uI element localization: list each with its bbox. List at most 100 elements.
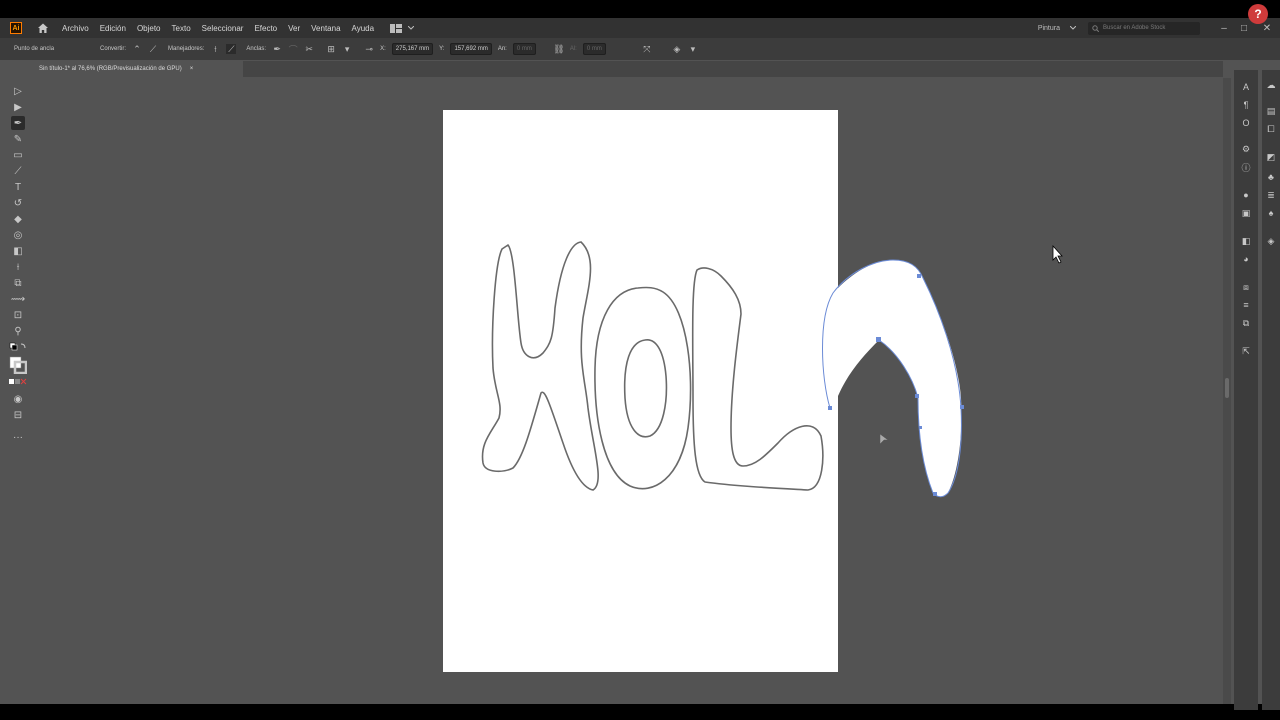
- menu-efecto[interactable]: Efecto: [254, 24, 277, 33]
- links-panel-icon[interactable]: ⧠: [1264, 122, 1278, 136]
- selection-tool-icon[interactable]: ▷: [11, 84, 25, 98]
- direct-selection-icon[interactable]: ▶: [11, 100, 25, 114]
- type-tool-icon[interactable]: T: [11, 180, 25, 194]
- minimize-button[interactable]: –: [1214, 23, 1234, 34]
- opentype-panel-icon[interactable]: O: [1239, 116, 1253, 130]
- illustrator-window: Ai Archivo Edición Objeto Texto Seleccio…: [0, 18, 1280, 710]
- height-field[interactable]: 0 mm: [582, 43, 606, 55]
- cut-path-icon[interactable]: ✂: [304, 44, 314, 54]
- hide-handles-icon[interactable]: ⟋: [226, 44, 237, 54]
- eraser-icon[interactable]: ◆: [11, 212, 25, 226]
- remove-anchor-icon[interactable]: ✒: [272, 44, 282, 54]
- eyedropper-icon[interactable]: ⟊: [11, 260, 25, 274]
- chevron-down-icon: [408, 26, 415, 30]
- menu-seleccionar[interactable]: Seleccionar: [202, 24, 244, 33]
- align-panel-icon[interactable]: ≡: [1239, 298, 1253, 312]
- mouse-pointer-icon: [1052, 244, 1063, 264]
- anchor-point[interactable]: [917, 274, 921, 278]
- menu-edicion[interactable]: Edición: [100, 24, 126, 33]
- align-chevron-icon[interactable]: ▾: [342, 44, 352, 54]
- more-tools-icon[interactable]: ···: [11, 430, 25, 444]
- color-panel-icon[interactable]: ●: [1239, 188, 1253, 202]
- transform-anchor-icon[interactable]: ⊸: [364, 44, 374, 54]
- symbols-panel-icon[interactable]: ♣: [1264, 170, 1278, 184]
- lasso-icon[interactable]: ◎: [11, 228, 25, 242]
- constrain-proportions-icon[interactable]: ⛓: [553, 44, 564, 54]
- width-field[interactable]: 0 mm: [512, 43, 536, 55]
- recolor-icon[interactable]: ◈: [672, 44, 682, 54]
- paragraph-panel-icon[interactable]: ¶: [1239, 98, 1253, 112]
- stock-search-input[interactable]: Buscar en Adobe Stock: [1088, 21, 1200, 35]
- rotate-icon[interactable]: ↺: [11, 196, 25, 210]
- isolate-object-icon[interactable]: ⤧: [642, 44, 652, 54]
- shape-builder-icon[interactable]: ⧉: [11, 276, 25, 290]
- menu-archivo[interactable]: Archivo: [62, 24, 89, 33]
- transform-panel-icon[interactable]: ⧈: [1239, 280, 1253, 294]
- menu-ventana[interactable]: Ventana: [311, 24, 340, 33]
- menu-objeto[interactable]: Objeto: [137, 24, 161, 33]
- letter-a-shape[interactable]: [838, 260, 962, 497]
- anchor-point[interactable]: [960, 405, 964, 409]
- close-window-button[interactable]: ✕: [1254, 23, 1280, 34]
- arrange-documents-button[interactable]: [390, 23, 415, 33]
- scrollbar-thumb[interactable]: [1225, 378, 1229, 398]
- screen-top-border: [0, 0, 1280, 18]
- connect-anchor-icon[interactable]: ⌒: [288, 44, 298, 55]
- libraries-panel-icon[interactable]: ☁: [1264, 78, 1278, 92]
- brushes-panel-icon[interactable]: ≣: [1264, 188, 1278, 202]
- recolor-chevron-icon[interactable]: ▾: [688, 44, 698, 54]
- appearance-panel-icon[interactable]: ⚙: [1239, 142, 1253, 156]
- properties-panel-icon[interactable]: ▤: [1264, 104, 1278, 118]
- convert-corner-icon[interactable]: ⌃: [132, 44, 142, 54]
- draw-mode-icon[interactable]: ◉: [11, 392, 25, 406]
- layers-panel-icon[interactable]: ◈: [1264, 234, 1278, 248]
- paintbrush-icon[interactable]: ⟋: [11, 164, 25, 178]
- home-icon[interactable]: [36, 21, 50, 35]
- show-handles-icon[interactable]: ⟊: [210, 44, 220, 54]
- width-tool-icon[interactable]: ⟿: [11, 292, 25, 306]
- reference-point-icon[interactable]: ⊞: [326, 44, 336, 54]
- vertical-scrollbar[interactable]: [1223, 78, 1231, 704]
- gradient-panel-icon[interactable]: ◧: [1239, 234, 1253, 248]
- zoom-icon[interactable]: ⚲: [11, 324, 25, 338]
- screen-mode-icon[interactable]: ⊟: [11, 408, 25, 422]
- info-panel-icon[interactable]: ⓘ: [1239, 160, 1253, 174]
- artboard-icon[interactable]: ⊡: [11, 308, 25, 322]
- workspace-switcher[interactable]: Pintura: [1038, 25, 1060, 32]
- artboard[interactable]: [443, 110, 838, 672]
- workspace-chevron-icon[interactable]: [1070, 26, 1076, 30]
- document-tab-close-button[interactable]: ×: [190, 66, 194, 72]
- curvature-tool-icon[interactable]: ✎: [11, 132, 25, 146]
- fill-stroke-swatch-icon[interactable]: [9, 356, 27, 374]
- color-mode-icons[interactable]: [9, 378, 27, 386]
- search-icon: [1092, 24, 1099, 32]
- help-button[interactable]: ?: [1248, 4, 1268, 24]
- menu-texto[interactable]: Texto: [172, 24, 191, 33]
- anchor-point[interactable]: [933, 492, 937, 496]
- x-coordinate-field[interactable]: 275,167 mm: [391, 43, 434, 55]
- export-panel-icon[interactable]: ⇱: [1239, 344, 1253, 358]
- document-tab[interactable]: Sin título-1* al 76,6% (RGB/Previsualiza…: [33, 61, 243, 77]
- gradient-icon[interactable]: ◧: [11, 244, 25, 258]
- pathfinder-panel-icon[interactable]: ⧉: [1239, 316, 1253, 330]
- default-colors-icon[interactable]: [9, 342, 27, 354]
- menu-ayuda[interactable]: Ayuda: [352, 24, 375, 33]
- swatches-panel-icon[interactable]: ▣: [1239, 206, 1253, 220]
- maximize-button[interactable]: □: [1234, 23, 1254, 34]
- graphic-styles-icon[interactable]: ♠: [1264, 206, 1278, 220]
- rectangle-tool-icon[interactable]: ▭: [11, 148, 25, 162]
- convert-smooth-icon[interactable]: ⟋: [148, 44, 158, 54]
- canvas-area[interactable]: [33, 78, 1223, 704]
- artwork-svg[interactable]: [33, 78, 1223, 704]
- y-coordinate-field[interactable]: 157,692 mm: [450, 43, 492, 55]
- app-logo: Ai: [10, 22, 22, 34]
- character-panel-icon[interactable]: A: [1239, 80, 1253, 94]
- color-guide-icon[interactable]: ◕: [1239, 252, 1253, 266]
- handle-point[interactable]: [919, 426, 922, 429]
- anchor-point[interactable]: [915, 394, 919, 398]
- anchor-point[interactable]: [828, 406, 832, 410]
- pen-tool-icon[interactable]: ✒: [11, 116, 25, 130]
- anchor-point[interactable]: [876, 337, 881, 342]
- image-trace-icon[interactable]: ◩: [1264, 150, 1278, 164]
- menu-ver[interactable]: Ver: [288, 24, 300, 33]
